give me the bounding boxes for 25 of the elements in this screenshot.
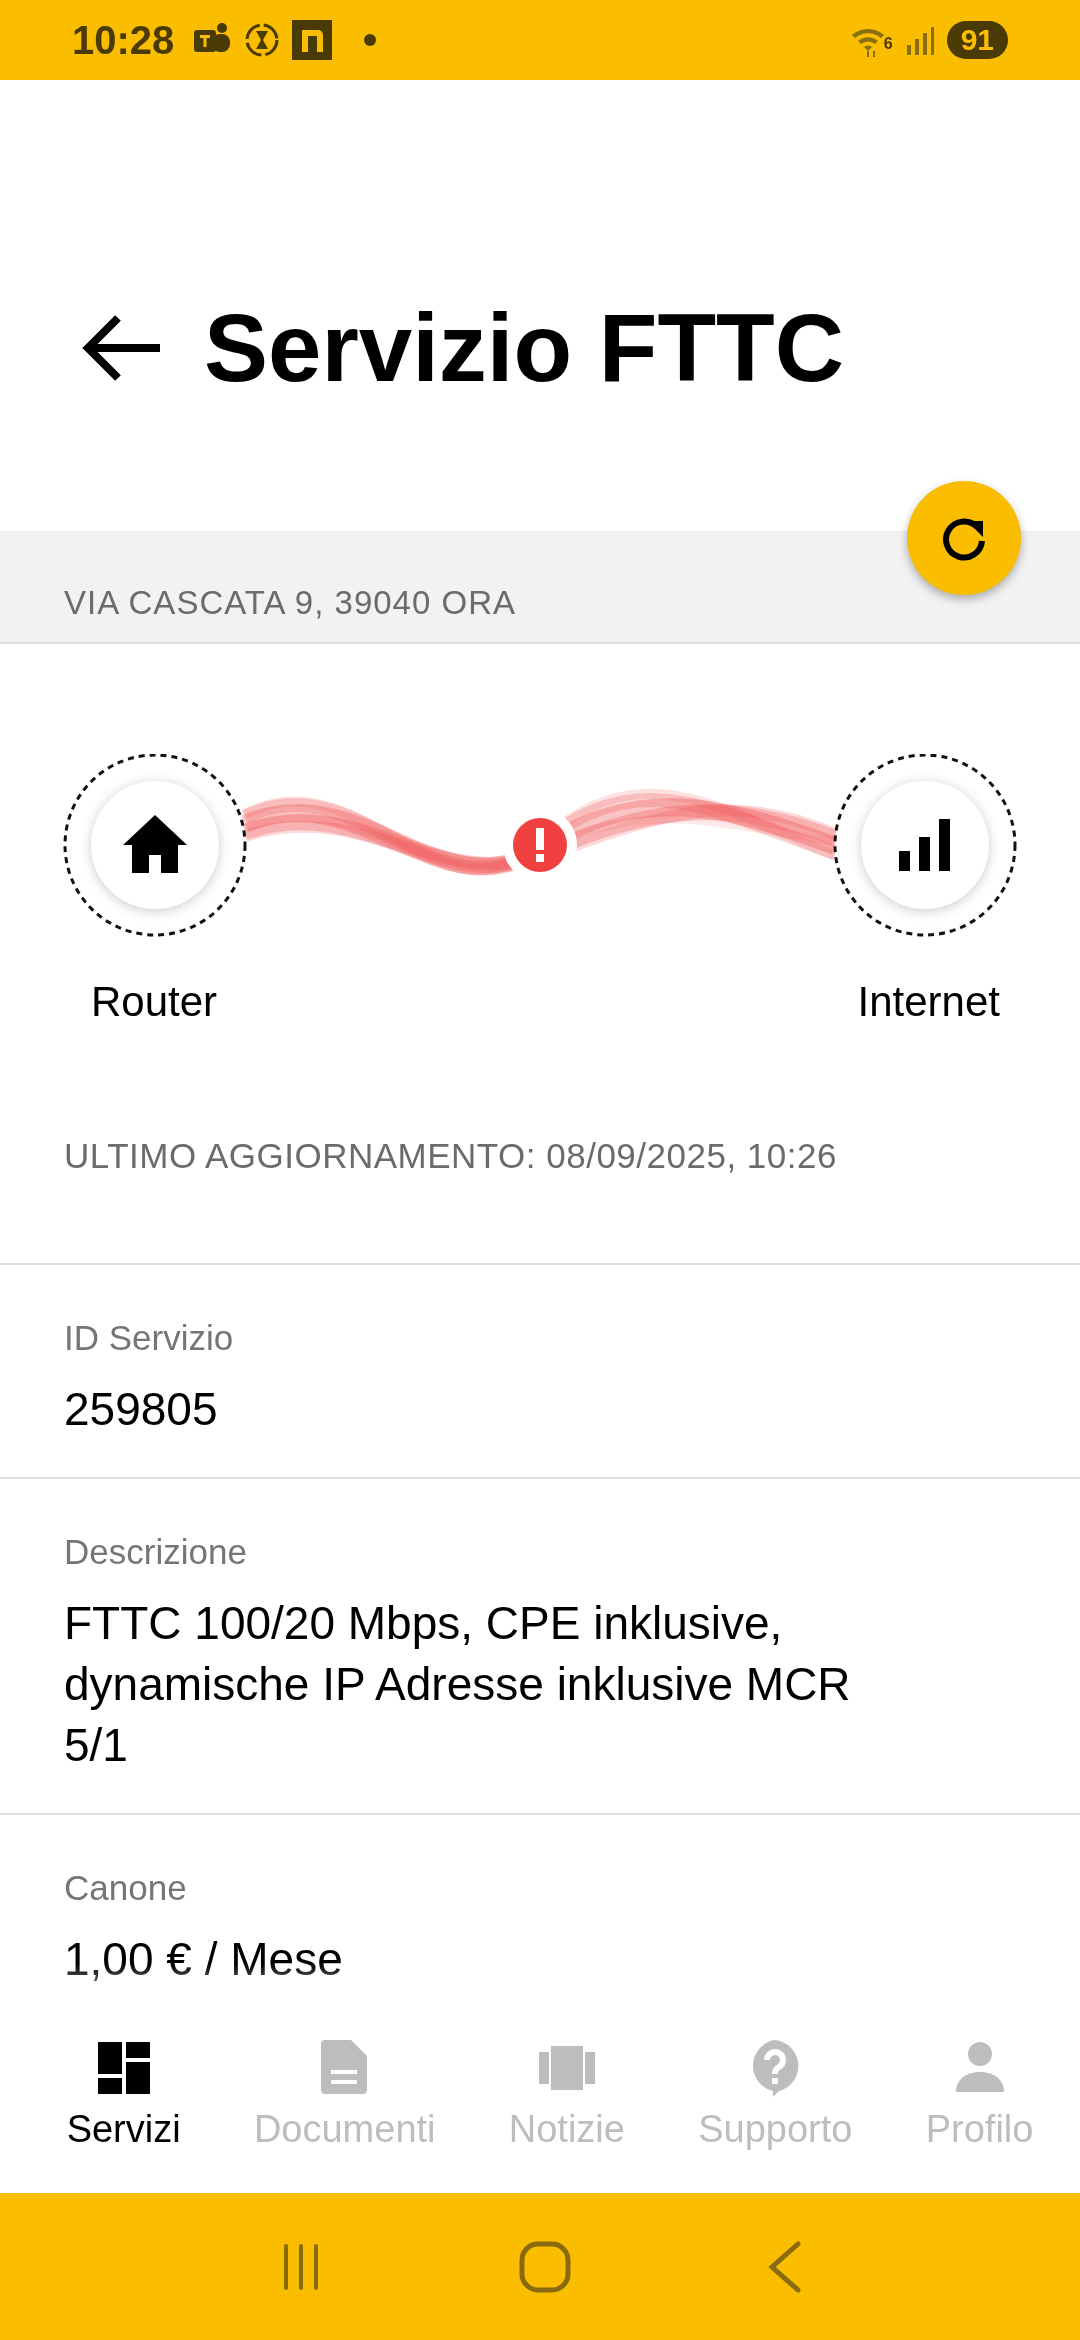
node-label: Internet: [857, 978, 1000, 1026]
battery-level: 91: [946, 21, 1008, 59]
field-label: Descrizione: [64, 1531, 248, 1573]
last-update-text: ULTIMO AGGIORNAMENTO: 08/09/2025, 10:26: [63, 1136, 838, 1176]
nav-tab[interactable]: Notizie: [472, 2014, 662, 2193]
app-icon: [292, 20, 333, 60]
nav-tab[interactable]: Supporto: [661, 2014, 890, 2193]
field-value: FTTC 100/20 Mbps, CPE inklusive, dynamische IP Adresse inklusive MCR 5/1: [64, 1596, 852, 1773]
nav-tab[interactable]: Profilo: [889, 2014, 1071, 2193]
page-title: Servizio FTTC: [204, 292, 845, 403]
clock: 10:28: [72, 17, 175, 63]
address-text: VIA CASCATA 9, 39040 ORA: [64, 584, 516, 622]
field-label: ID Servizio: [64, 1317, 235, 1359]
refresh-button[interactable]: [907, 481, 1021, 595]
home-button[interactable]: [518, 2239, 572, 2294]
nav-tab[interactable]: Documenti: [217, 2014, 473, 2193]
signal-icon: [904, 25, 935, 55]
field-value: 259805: [64, 1382, 219, 1437]
nav-tab[interactable]: Servizi: [30, 2014, 218, 2193]
network-label: 6: [883, 35, 893, 53]
node-label: Router: [91, 978, 218, 1026]
timer-icon: [244, 22, 281, 58]
field-label: Canone: [64, 1867, 188, 1909]
dot-icon: [364, 34, 377, 46]
field-value: 1,00 € / Mese: [64, 1932, 344, 1987]
